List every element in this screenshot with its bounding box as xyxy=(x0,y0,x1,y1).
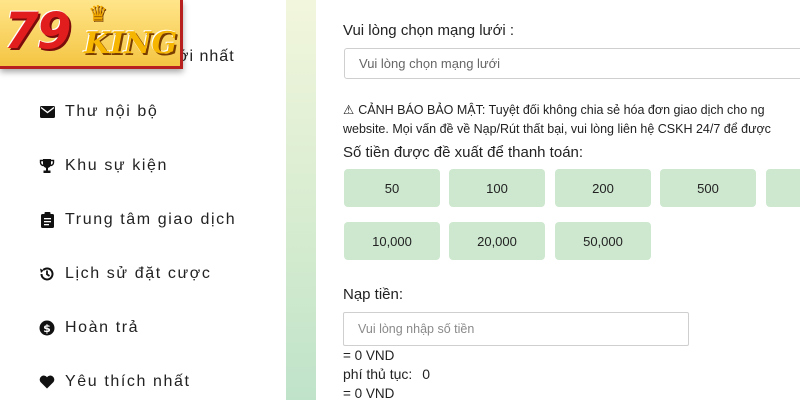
amount-button-10000[interactable]: 10,000 xyxy=(344,222,440,260)
sidebar-item-favorites[interactable]: Yêu thích nhất xyxy=(38,370,191,394)
envelope-icon xyxy=(38,103,56,121)
amount-button-20000[interactable]: 20,000 xyxy=(449,222,545,260)
deposit-amount-input[interactable] xyxy=(343,312,689,346)
clipboard-icon xyxy=(38,211,56,229)
trophy-icon xyxy=(38,157,56,175)
total-amount: = 0 VND xyxy=(343,386,395,401)
network-select[interactable]: Vui lòng chọn mạng lưới xyxy=(344,48,800,79)
fee-line: phí thủ tục: 0 xyxy=(343,366,430,382)
sidebar-item-label: Thư nội bộ xyxy=(65,103,159,120)
sidebar-item-label: Hoàn trả xyxy=(65,319,140,336)
deposit-label: Nạp tiền: xyxy=(343,286,404,303)
background-divider-strip xyxy=(286,0,316,400)
svg-text:$: $ xyxy=(43,322,51,335)
heart-icon xyxy=(38,373,56,391)
logo-word: KING xyxy=(84,26,178,61)
logo-number: 79 xyxy=(4,2,72,60)
crown-icon: ♛ xyxy=(88,1,108,26)
sidebar-item-inbox[interactable]: Thư nội bộ xyxy=(38,100,158,124)
deposit-panel: Vui lòng chọn mạng lưới : Vui lòng chọn … xyxy=(316,0,800,401)
amount-button-50000[interactable]: 50,000 xyxy=(555,222,651,260)
warning-icon: ⚠ xyxy=(343,103,355,117)
sidebar-item-label: Yêu thích nhất xyxy=(65,373,191,390)
warning-line-2: website. Mọi vấn đề về Nạp/Rút thất bại,… xyxy=(343,122,771,136)
sidebar-item-label: Lịch sử đặt cược xyxy=(65,265,212,282)
amount-button-500[interactable]: 500 xyxy=(660,169,756,207)
history-icon xyxy=(38,265,56,283)
converted-amount: = 0 VND xyxy=(343,348,395,363)
suggested-amount-label: Số tiền được đề xuất để thanh toán: xyxy=(343,144,584,161)
sidebar-item-label: Trung tâm giao dịch xyxy=(65,211,237,228)
sidebar-item-events[interactable]: Khu sự kiện xyxy=(38,154,168,178)
fee-label: phí thủ tục: xyxy=(343,366,413,382)
sidebar-item-rebate[interactable]: $ Hoàn trả xyxy=(38,316,139,340)
sidebar-item-transactions[interactable]: Trung tâm giao dịch xyxy=(38,208,236,232)
logo-79king[interactable]: 79 ♛ KING xyxy=(0,0,183,69)
sidebar: 79 ♛ KING ới nhất Thư nội bộ Khu sự kiện… xyxy=(0,0,286,400)
sidebar-item-newest-partial[interactable]: ới nhất xyxy=(178,48,235,66)
network-select-value: Vui lòng chọn mạng lưới xyxy=(359,56,501,71)
amount-button-100[interactable]: 100 xyxy=(449,169,545,207)
amount-button-partial[interactable]: 1 xyxy=(766,169,800,207)
amount-button-200[interactable]: 200 xyxy=(555,169,651,207)
warning-line-1: CẢNH BÁO BẢO MẬT: Tuyệt đối không chia s… xyxy=(358,103,765,117)
sidebar-item-bet-history[interactable]: Lịch sử đặt cược xyxy=(38,262,211,286)
amount-button-50[interactable]: 50 xyxy=(344,169,440,207)
security-warning: ⚠ CẢNH BÁO BẢO MẬT: Tuyệt đối không chia … xyxy=(343,101,800,139)
sidebar-item-label: Khu sự kiện xyxy=(65,157,169,174)
network-label: Vui lòng chọn mạng lưới : xyxy=(343,22,515,39)
dollar-circle-icon: $ xyxy=(38,319,56,337)
fee-value: 0 xyxy=(422,366,431,382)
